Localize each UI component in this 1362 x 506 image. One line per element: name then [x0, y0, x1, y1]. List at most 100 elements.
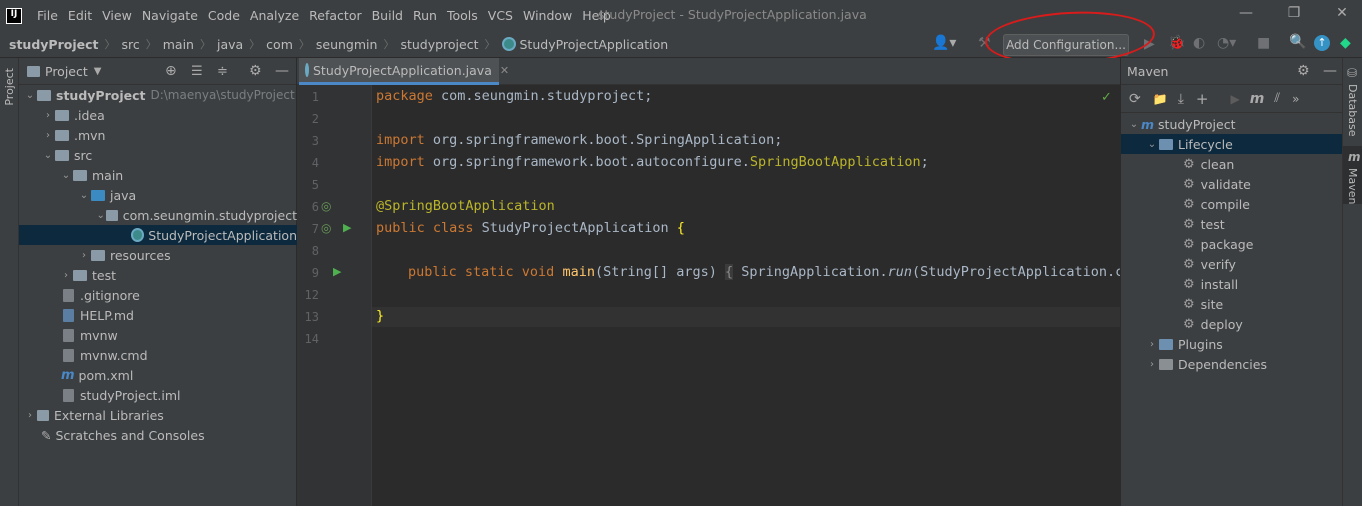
tree-item-mvnw-cmd[interactable]: mvnw.cmd	[19, 345, 297, 365]
settings-gear-icon[interactable]: ⚙	[249, 63, 262, 79]
tree-item-mvnw[interactable]: mvnw	[19, 325, 297, 345]
tree-item-gitignore[interactable]: .gitignore	[19, 285, 297, 305]
chevron-down-icon[interactable]: ⌄	[95, 210, 106, 221]
maven-goal-install[interactable]: ⚙ install	[1121, 274, 1342, 294]
collapse-all-icon[interactable]: ≑	[217, 64, 228, 79]
chevron-down-icon[interactable]: ⌄	[59, 170, 73, 181]
chevron-right-icon[interactable]: ›	[41, 130, 55, 141]
tree-item-java[interactable]: ⌄ java	[19, 185, 297, 205]
database-tool-tab[interactable]: Database	[1346, 84, 1359, 137]
spring-bean-gutter-icon[interactable]: ◎	[321, 221, 331, 235]
tree-item-main[interactable]: ⌄ main	[19, 165, 297, 185]
tree-item-external-libraries[interactable]: › External Libraries	[19, 405, 297, 425]
update-icon[interactable]: ↑	[1314, 35, 1330, 51]
menu-analyze[interactable]: Analyze	[245, 8, 304, 23]
code-with-me-icon[interactable]: ◆	[1340, 35, 1351, 51]
maven-goal-test[interactable]: ⚙ test	[1121, 214, 1342, 234]
run-maven-goal-icon[interactable]: ▶	[1230, 92, 1239, 106]
more-icon[interactable]: »	[1292, 92, 1299, 106]
maven-dependencies-node[interactable]: › Dependencies	[1121, 354, 1342, 374]
chevron-down-icon[interactable]: ⌄	[1145, 139, 1159, 150]
chevron-down-icon[interactable]: ▼	[94, 66, 102, 77]
breadcrumb-studyproject[interactable]: studyproject	[400, 37, 478, 52]
restore-icon[interactable]: ❐	[1284, 5, 1304, 25]
minimize-icon[interactable]: —	[1236, 5, 1256, 25]
add-icon[interactable]: +	[1196, 90, 1209, 108]
menu-view[interactable]: View	[97, 8, 137, 23]
search-icon[interactable]: 🔍	[1289, 34, 1306, 50]
breadcrumb-seungmin[interactable]: seungmin	[316, 37, 378, 52]
menu-refactor[interactable]: Refactor	[304, 8, 366, 23]
menu-build[interactable]: Build	[367, 8, 408, 23]
breadcrumb-class[interactable]: StudyProjectApplication	[520, 37, 669, 52]
maven-lifecycle-node[interactable]: ⌄ Lifecycle	[1121, 134, 1342, 154]
menu-file[interactable]: File	[32, 8, 63, 23]
execute-maven-goal-icon[interactable]: m	[1250, 91, 1265, 107]
menu-code[interactable]: Code	[203, 8, 245, 23]
tree-item-pom[interactable]: m pom.xml	[19, 365, 297, 385]
maven-goal-clean[interactable]: ⚙ clean	[1121, 154, 1342, 174]
expand-all-icon[interactable]: ☰	[191, 64, 203, 79]
maven-plugins-node[interactable]: › Plugins	[1121, 334, 1342, 354]
hide-panel-icon[interactable]: —	[275, 63, 289, 79]
tree-item-src[interactable]: ⌄ src	[19, 145, 297, 165]
project-panel-title[interactable]: Project	[45, 64, 88, 79]
menu-vcs[interactable]: VCS	[483, 8, 518, 23]
breadcrumb-com[interactable]: com	[266, 37, 293, 52]
user-icon[interactable]: 👤▾	[932, 35, 956, 51]
hide-panel-icon[interactable]: —	[1323, 63, 1337, 79]
close-icon[interactable]: ✕	[1332, 5, 1352, 25]
download-icon[interactable]: ⤓	[1178, 91, 1184, 107]
menu-window[interactable]: Window	[518, 8, 577, 23]
maven-goal-validate[interactable]: ⚙ validate	[1121, 174, 1342, 194]
coverage-icon[interactable]: ◐	[1193, 35, 1205, 51]
chevron-right-icon[interactable]: ›	[77, 250, 91, 261]
tree-item-main-class[interactable]: StudyProjectApplication	[19, 225, 297, 245]
breadcrumb-src[interactable]: src	[121, 37, 139, 52]
chevron-right-icon[interactable]: ›	[23, 410, 37, 421]
tree-item-scratches[interactable]: ✎ Scratches and Consoles	[19, 425, 297, 445]
chevron-right-icon[interactable]: ›	[41, 110, 55, 121]
maven-goal-compile[interactable]: ⚙ compile	[1121, 194, 1342, 214]
project-tool-tab[interactable]: Project	[3, 68, 16, 106]
menu-navigate[interactable]: Navigate	[137, 8, 203, 23]
chevron-right-icon[interactable]: ›	[59, 270, 73, 281]
profile-icon[interactable]: ◔▾	[1217, 35, 1236, 51]
debug-icon[interactable]: 🐞	[1168, 35, 1185, 51]
chevron-down-icon[interactable]: ⌄	[77, 190, 91, 201]
tab-study-project-application[interactable]: StudyProjectApplication.java ✕	[299, 58, 509, 85]
tree-item-resources[interactable]: › resources	[19, 245, 297, 265]
close-tab-icon[interactable]: ✕	[500, 64, 509, 77]
reload-icon[interactable]: ⟳	[1129, 91, 1141, 107]
maven-goal-site[interactable]: ⚙ site	[1121, 294, 1342, 314]
tree-item-iml[interactable]: studyProject.iml	[19, 385, 297, 405]
run-gutter-icon[interactable]: ▶	[343, 221, 351, 234]
maven-tool-tab[interactable]: Maven	[1346, 168, 1359, 204]
maven-goal-package[interactable]: ⚙ package	[1121, 234, 1342, 254]
tree-item-mvn[interactable]: › .mvn	[19, 125, 297, 145]
chevron-right-icon[interactable]: ›	[1145, 359, 1159, 370]
run-gutter-icon[interactable]: ▶	[333, 265, 341, 278]
chevron-down-icon[interactable]: ⌄	[23, 90, 37, 101]
menu-tools[interactable]: Tools	[442, 8, 483, 23]
menu-run[interactable]: Run	[408, 8, 442, 23]
chevron-down-icon[interactable]: ⌄	[41, 150, 55, 161]
maven-goal-verify[interactable]: ⚙ verify	[1121, 254, 1342, 274]
spring-bean-gutter-icon[interactable]: ◎	[321, 199, 331, 213]
maven-project-node[interactable]: ⌄ m studyProject	[1121, 114, 1342, 134]
add-maven-project-icon[interactable]: 📁	[1153, 92, 1168, 106]
stop-icon[interactable]: ■	[1257, 35, 1270, 51]
tree-item-help[interactable]: HELP.md	[19, 305, 297, 325]
breadcrumb-java[interactable]: java	[217, 37, 243, 52]
maven-goal-deploy[interactable]: ⚙ deploy	[1121, 314, 1342, 334]
breadcrumb-main[interactable]: main	[163, 37, 194, 52]
folded-brace[interactable]: {	[725, 264, 734, 280]
tree-item-root[interactable]: ⌄ studyProject D:\maenya\studyProject	[19, 85, 297, 105]
settings-gear-icon[interactable]: ⚙	[1297, 63, 1310, 79]
menu-edit[interactable]: Edit	[63, 8, 97, 23]
chevron-right-icon[interactable]: ›	[1145, 339, 1159, 350]
breadcrumb-project[interactable]: studyProject	[9, 37, 98, 52]
tree-item-idea[interactable]: › .idea	[19, 105, 297, 125]
tree-item-package[interactable]: ⌄ com.seungmin.studyproject	[19, 205, 297, 225]
chevron-down-icon[interactable]: ⌄	[1127, 119, 1141, 130]
